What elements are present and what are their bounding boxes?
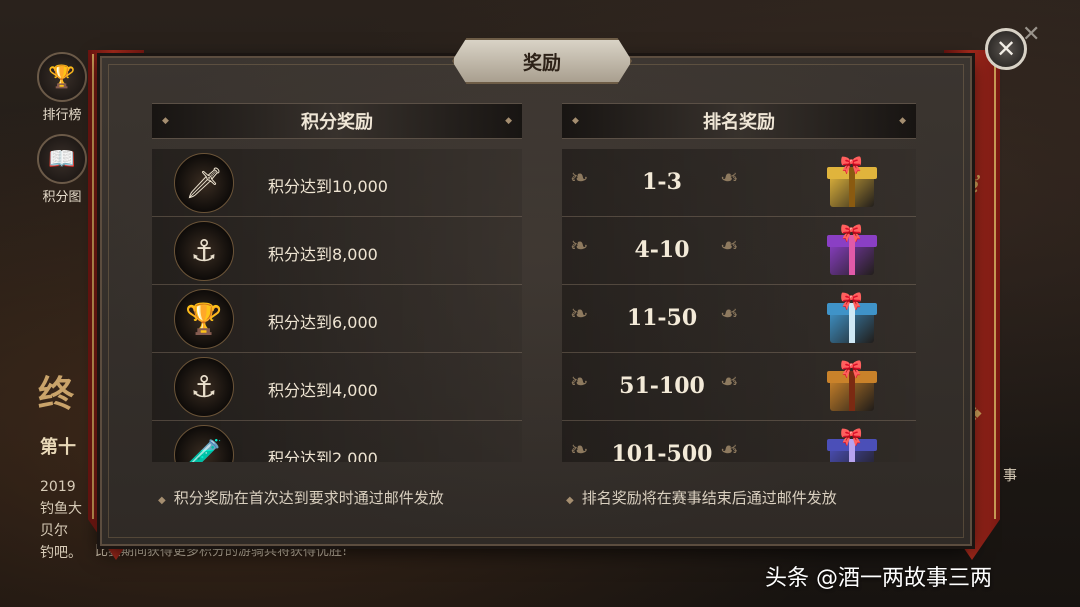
event-subtitle: 第十 <box>40 437 76 458</box>
score-threshold: 积分达到6,000 <box>268 313 378 332</box>
golden-chalice-icon[interactable]: 🏆 <box>174 289 234 349</box>
watermark: 头条 @酒一两故事三两 <box>765 566 992 591</box>
laurel-icon: ❧ <box>720 166 739 191</box>
purple-gift-icon[interactable]: 🎀 <box>824 223 880 277</box>
diamond-icon: ◆ <box>505 116 512 126</box>
trophy-icon: 🏆 <box>37 52 87 102</box>
diamond-icon: ◆ <box>572 116 579 126</box>
score-footnote-text: 积分奖励在首次达到要求时通过邮件发放 <box>173 489 444 507</box>
book-icon: 📖 <box>37 134 87 184</box>
gold-gift-icon[interactable]: 🎀 <box>824 155 880 209</box>
potion-glyph: 🧪 <box>185 437 223 463</box>
laurel-icon: ❧ <box>720 234 739 259</box>
indigo-gift-icon[interactable]: 🎀 <box>824 427 880 462</box>
hook-glyph: ⚓ <box>190 369 218 405</box>
score-chart-button[interactable]: 📖 积分图 <box>36 134 88 205</box>
score-threshold: 积分达到4,000 <box>268 381 378 400</box>
diamond-icon: ◆ <box>162 116 169 126</box>
background-close-icon: ✕ <box>1022 22 1041 47</box>
fishing-hook-icon[interactable]: ⚓ <box>174 221 234 281</box>
close-button[interactable]: ✕ <box>985 28 1027 70</box>
diamond-icon: ◆ <box>566 495 574 506</box>
dialog-title-plate: 奖励 <box>452 38 632 84</box>
rank-reward-row[interactable]: ❧ 4-10 ❧ 🎀 <box>562 217 916 285</box>
laurel-icon: ❧ <box>720 302 739 327</box>
score-reward-row[interactable]: 🗡 积分达到10,000 <box>152 149 522 217</box>
rank-rewards-header: ◆ 排名奖励 ◆ <box>562 103 916 139</box>
score-reward-row[interactable]: ⚓ 积分达到8,000 <box>152 217 522 285</box>
score-chart-label: 积分图 <box>42 190 82 205</box>
rank-reward-row[interactable]: ❧ 1-3 ❧ 🎀 <box>562 149 916 217</box>
diamond-icon: ◆ <box>158 495 166 506</box>
blue-gift-icon[interactable]: 🎀 <box>824 291 880 345</box>
laurel-icon: ❧ <box>720 438 739 462</box>
rank-rewards-footnote: ◆ 排名奖励将在赛事结束后通过邮件发放 <box>566 487 837 508</box>
rank-reward-row[interactable]: ❧ 51-100 ❧ 🎀 <box>562 353 916 421</box>
laurel-icon: ❧ <box>720 370 739 395</box>
potion-icon[interactable]: 🧪 <box>174 425 234 462</box>
background-right-text: 事 <box>1003 468 1017 484</box>
description-line: 钓鱼大 <box>40 501 82 517</box>
score-reward-list[interactable]: 🗡 积分达到10,000 ⚓ 积分达到8,000 🏆 积分达到6,000 ⚓ 积… <box>152 149 522 462</box>
chalice-glyph: 🏆 <box>185 301 223 337</box>
score-reward-row[interactable]: 🧪 积分达到2,000 <box>152 421 522 462</box>
rank-reward-row[interactable]: ❧ 11-50 ❧ 🎀 <box>562 285 916 353</box>
score-reward-row[interactable]: ⚓ 积分达到4,000 <box>152 353 522 421</box>
event-description: 2019 钓鱼大 贝尔 钓吧。 <box>40 476 82 564</box>
hook-glyph: ⚓ <box>190 233 218 269</box>
close-icon: ✕ <box>995 35 1017 63</box>
score-threshold: 积分达到2,000 <box>268 449 378 462</box>
description-line: 贝尔 <box>40 523 68 539</box>
leaderboard-label: 排行榜 <box>42 108 82 123</box>
score-threshold: 积分达到8,000 <box>268 245 378 264</box>
rank-rewards-title: 排名奖励 <box>703 112 775 133</box>
diamond-icon: ◆ <box>899 116 906 126</box>
score-rewards-header: ◆ 积分奖励 ◆ <box>152 103 522 139</box>
fishing-hook-icon[interactable]: ⚓ <box>174 357 234 417</box>
rank-reward-row[interactable]: ❧ 101-500 ❧ 🎀 <box>562 421 916 462</box>
description-line: 钓吧。 <box>40 545 82 561</box>
score-rewards-title: 积分奖励 <box>301 112 373 133</box>
score-threshold: 积分达到10,000 <box>268 177 388 196</box>
event-title: 终 <box>38 374 75 415</box>
rank-footnote-text: 排名奖励将在赛事结束后通过邮件发放 <box>581 489 837 507</box>
dialog-title: 奖励 <box>522 51 561 74</box>
leaderboard-button[interactable]: 🏆 排行榜 <box>36 52 88 123</box>
score-rewards-footnote: ◆ 积分奖励在首次达到要求时通过邮件发放 <box>158 487 444 508</box>
dagger-glyph: 🗡 <box>184 165 224 201</box>
description-line: 2019 <box>40 479 76 495</box>
score-reward-row[interactable]: 🏆 积分达到6,000 <box>152 285 522 353</box>
dagger-icon[interactable]: 🗡 <box>174 153 234 213</box>
rank-reward-list[interactable]: ❧ 1-3 ❧ 🎀 ❧ 4-10 ❧ 🎀 ❧ 11-50 ❧ 🎀 ❧ 51-10… <box>562 149 916 462</box>
orange-gift-icon[interactable]: 🎀 <box>824 359 880 413</box>
